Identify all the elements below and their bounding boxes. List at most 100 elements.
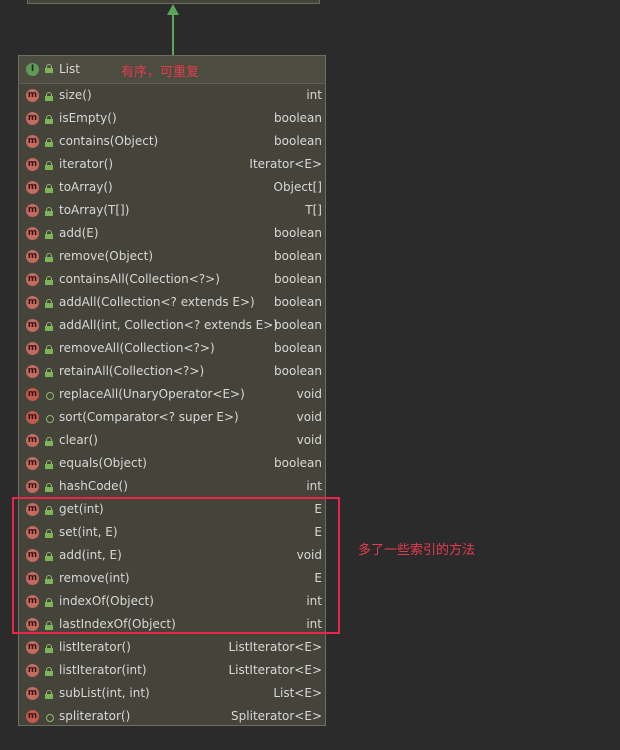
method-return-type: boolean — [274, 111, 322, 125]
method-icon: m — [26, 664, 39, 677]
method-name: contains(Object) — [59, 134, 159, 148]
public-lock-icon — [45, 253, 53, 262]
method-row[interactable]: m equals(Object) boolean — [19, 452, 325, 475]
method-icon: m — [26, 296, 39, 309]
public-ring-icon — [45, 414, 54, 423]
method-row[interactable]: m addAll(int, Collection<? extends E>) boo… — [19, 314, 325, 337]
method-name: spliterator() — [59, 709, 131, 723]
inheritance-arrow-line — [172, 14, 174, 55]
method-return-type: void — [296, 433, 322, 447]
method-row[interactable]: m retainAll(Collection<?>) boolean — [19, 360, 325, 383]
method-name: equals(Object) — [59, 456, 147, 470]
method-name: listIterator() — [59, 640, 131, 654]
public-lock-icon — [45, 207, 53, 216]
method-icon: m — [26, 687, 39, 700]
method-name: toArray() — [59, 180, 113, 194]
public-lock-icon — [45, 138, 53, 147]
public-lock-icon — [45, 345, 53, 354]
method-row[interactable]: m addAll(Collection<? extends E>) boolean — [19, 291, 325, 314]
method-row[interactable]: m listIterator() ListIterator<E> — [19, 636, 325, 659]
method-name: removeAll(Collection<?>) — [59, 341, 215, 355]
method-row[interactable]: m contains(Object) boolean — [19, 130, 325, 153]
method-name: hashCode() — [59, 479, 128, 493]
method-name: listIterator(int) — [59, 663, 147, 677]
method-icon: m — [26, 135, 39, 148]
method-return-type: T[] — [305, 203, 322, 217]
method-icon: m — [26, 158, 39, 171]
method-return-type: boolean — [274, 456, 322, 470]
method-row[interactable]: m add(E) boolean — [19, 222, 325, 245]
method-name: isEmpty() — [59, 111, 117, 125]
method-icon: m — [26, 342, 39, 355]
method-return-type: boolean — [274, 272, 322, 286]
public-lock-icon — [45, 276, 53, 285]
method-return-type: boolean — [274, 318, 322, 332]
method-return-type: Object[] — [273, 180, 322, 194]
method-icon: m — [26, 457, 39, 470]
method-row[interactable]: m containsAll(Collection<?>) boolean — [19, 268, 325, 291]
method-name: replaceAll(UnaryOperator<E>) — [59, 387, 245, 401]
method-icon: m — [26, 411, 39, 424]
method-row[interactable]: m size() int — [19, 84, 325, 107]
method-return-type: Spliterator<E> — [231, 709, 322, 723]
method-return-type: boolean — [274, 134, 322, 148]
method-return-type: void — [296, 387, 322, 401]
public-lock-icon — [45, 644, 53, 653]
method-icon: m — [26, 480, 39, 493]
method-return-type: Iterator<E> — [249, 157, 322, 171]
method-row[interactable]: m hashCode() int — [19, 475, 325, 498]
method-name: retainAll(Collection<?>) — [59, 364, 205, 378]
method-name: sort(Comparator<? super E>) — [59, 410, 239, 424]
method-name: subList(int, int) — [59, 686, 150, 700]
public-lock-icon — [45, 437, 53, 446]
method-row[interactable]: m spliterator() Spliterator<E> — [19, 705, 325, 728]
public-lock-icon — [45, 368, 53, 377]
index-methods-highlight — [12, 497, 340, 634]
method-return-type: boolean — [274, 226, 322, 240]
public-ring-icon — [45, 713, 54, 722]
class-name: List — [59, 62, 80, 76]
public-ring-icon — [45, 391, 54, 400]
interface-icon: I — [26, 63, 39, 76]
method-icon: m — [26, 319, 39, 332]
method-return-type: void — [296, 410, 322, 424]
method-return-type: boolean — [274, 364, 322, 378]
public-lock-icon — [45, 460, 53, 469]
method-row[interactable]: m listIterator(int) ListIterator<E> — [19, 659, 325, 682]
highlight-annotation: 多了一些索引的方法 — [358, 543, 476, 558]
public-lock-icon — [45, 230, 53, 239]
method-row[interactable]: m replaceAll(UnaryOperator<E>) void — [19, 383, 325, 406]
public-lock-icon — [45, 483, 53, 492]
method-name: containsAll(Collection<?>) — [59, 272, 220, 286]
method-return-type: List<E> — [273, 686, 322, 700]
class-annotation: 有序，可重复 — [121, 65, 200, 80]
method-icon: m — [26, 388, 39, 401]
method-row[interactable]: m iterator() Iterator<E> — [19, 153, 325, 176]
public-lock-icon — [45, 161, 53, 170]
public-lock-icon — [45, 667, 53, 676]
method-icon: m — [26, 641, 39, 654]
method-icon: m — [26, 204, 39, 217]
public-lock-icon — [45, 92, 53, 101]
method-return-type: boolean — [274, 249, 322, 263]
public-lock-icon — [45, 690, 53, 699]
method-icon: m — [26, 250, 39, 263]
method-return-type: int — [306, 88, 322, 102]
method-name: add(E) — [59, 226, 99, 240]
method-row[interactable]: m sort(Comparator<? super E>) void — [19, 406, 325, 429]
public-lock-icon — [45, 64, 53, 73]
method-name: remove(Object) — [59, 249, 154, 263]
public-lock-icon — [45, 299, 53, 308]
public-lock-icon — [45, 115, 53, 124]
method-row[interactable]: m remove(Object) boolean — [19, 245, 325, 268]
method-row[interactable]: m isEmpty() boolean — [19, 107, 325, 130]
method-row[interactable]: m clear() void — [19, 429, 325, 452]
public-lock-icon — [45, 322, 53, 331]
method-row[interactable]: m toArray(T[]) T[] — [19, 199, 325, 222]
method-row[interactable]: m subList(int, int) List<E> — [19, 682, 325, 705]
method-row[interactable]: m removeAll(Collection<?>) boolean — [19, 337, 325, 360]
class-header[interactable]: I List 有序，可重复 — [19, 56, 325, 84]
method-name: addAll(Collection<? extends E>) — [59, 295, 255, 309]
method-row[interactable]: m toArray() Object[] — [19, 176, 325, 199]
method-return-type: boolean — [274, 341, 322, 355]
